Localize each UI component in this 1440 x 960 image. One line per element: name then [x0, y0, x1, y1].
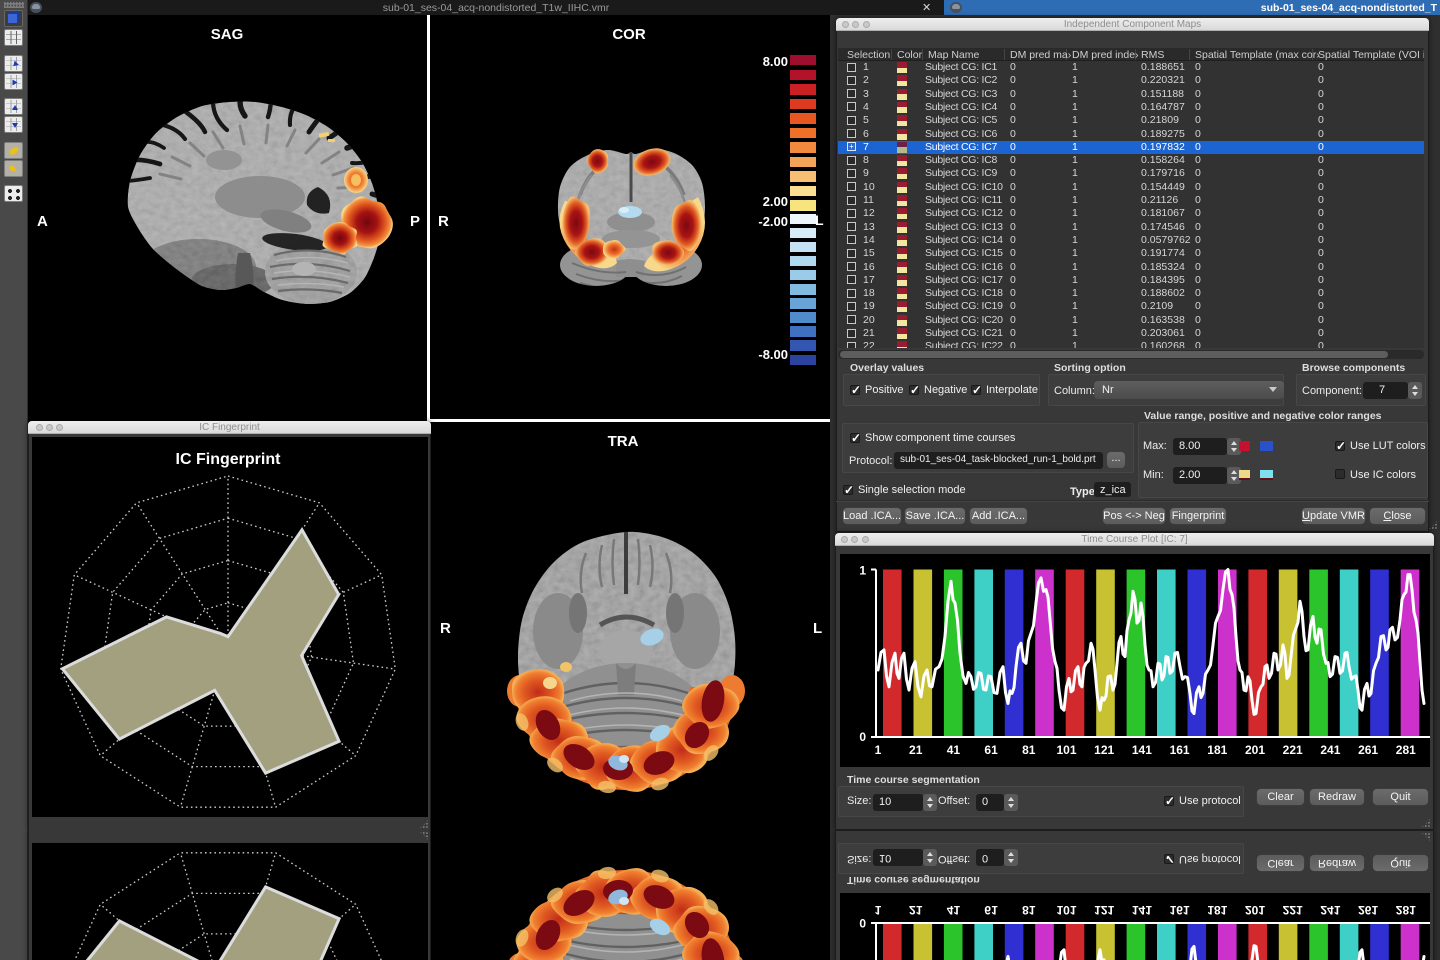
svg-text:1: 1 — [875, 743, 882, 757]
svg-text:L: L — [813, 620, 822, 637]
svg-text:P: P — [410, 213, 420, 230]
svg-text:81: 81 — [1022, 743, 1036, 757]
svg-text:R: R — [438, 213, 449, 230]
svg-text:181: 181 — [1207, 903, 1227, 917]
svg-text:81: 81 — [1022, 903, 1036, 917]
svg-text:221: 221 — [1283, 743, 1303, 757]
svg-text:1: 1 — [875, 903, 882, 917]
svg-text:101: 101 — [1056, 903, 1076, 917]
svg-text:21: 21 — [909, 903, 923, 917]
svg-text:201: 201 — [1245, 743, 1265, 757]
svg-text:121: 121 — [1094, 903, 1114, 917]
svg-text:241: 241 — [1320, 903, 1340, 917]
svg-text:21: 21 — [909, 743, 923, 757]
svg-text:281: 281 — [1396, 743, 1416, 757]
svg-text:0: 0 — [859, 916, 866, 930]
svg-text:141: 141 — [1132, 743, 1152, 757]
svg-text:IC Fingerprint: IC Fingerprint — [176, 451, 282, 468]
svg-text:281: 281 — [1396, 903, 1416, 917]
svg-text:161: 161 — [1170, 743, 1190, 757]
svg-text:141: 141 — [1132, 903, 1152, 917]
svg-text:221: 221 — [1283, 903, 1303, 917]
svg-text:61: 61 — [984, 903, 998, 917]
svg-text:181: 181 — [1207, 743, 1227, 757]
svg-text:SAG: SAG — [211, 26, 244, 43]
svg-text:1: 1 — [859, 564, 866, 578]
svg-text:261: 261 — [1358, 903, 1378, 917]
svg-text:241: 241 — [1320, 743, 1340, 757]
svg-text:R: R — [440, 620, 451, 637]
svg-text:121: 121 — [1094, 743, 1114, 757]
svg-text:61: 61 — [984, 743, 998, 757]
svg-text:161: 161 — [1170, 903, 1190, 917]
svg-text:A: A — [37, 213, 48, 230]
svg-text:COR: COR — [612, 26, 646, 43]
svg-text:101: 101 — [1056, 743, 1076, 757]
svg-text:0: 0 — [859, 730, 866, 744]
svg-text:41: 41 — [947, 743, 961, 757]
svg-text:201: 201 — [1245, 903, 1265, 917]
svg-text:41: 41 — [947, 903, 961, 917]
svg-text:261: 261 — [1358, 743, 1378, 757]
svg-text:TRA: TRA — [608, 433, 639, 450]
